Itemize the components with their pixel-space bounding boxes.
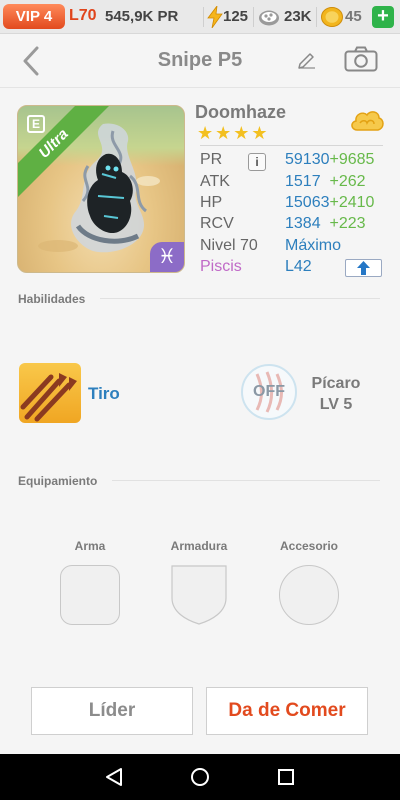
leader-skill-level: LV 5 [319,396,353,413]
stat-label: HP [200,194,223,211]
sign-row: Piscis L42 [200,258,390,280]
stat-bonus: +223 [329,215,366,232]
home-circle-icon[interactable] [190,767,210,787]
gold-coin-icon [321,7,343,27]
add-gold-button[interactable]: + [372,6,394,28]
armor-label: Armadura [170,539,228,553]
divider [253,7,254,27]
divider [100,298,380,299]
pencil-icon[interactable] [297,49,317,69]
leader-skill-state: OFF [253,383,285,400]
info-icon[interactable]: i [248,153,266,171]
arrow-up-icon [357,261,370,275]
food-value: 23K [284,8,312,25]
gold-value: 45 [345,8,362,25]
divider [112,480,380,481]
stat-row-hp: HP 15063+2410 [200,194,390,216]
food-icon [259,10,279,26]
stat-value: 1517 +262 [285,173,366,190]
stat-row-rcv: RCV 1384 +223 [200,215,390,237]
level-row: Nivel 70 Máximo [200,237,390,259]
skill-icon[interactable] [19,363,81,423]
page-title: Snipe P5 [157,49,243,71]
vip-badge[interactable]: VIP 4 [3,4,65,29]
arrows-icon [20,373,77,422]
accessory-slot[interactable] [279,565,339,625]
cloud-icon[interactable] [349,106,385,136]
upgrade-sign-button[interactable] [345,259,382,277]
leader-skill-icon[interactable]: OFF [241,364,297,420]
stat-label: ATK [200,173,230,190]
back-triangle-icon[interactable] [104,767,124,787]
leader-skill-title: Pícaro [311,375,361,392]
leader-skill-name: Pícaro LV 5 [300,373,372,415]
player-power: 545,9K PR [105,8,179,25]
star-rating: ★★★★ [197,123,270,143]
sign-level: L42 [285,258,312,275]
skill-name[interactable]: Tiro [88,384,120,404]
leader-button[interactable]: Líder [31,687,193,735]
system-nav-bar [0,754,400,800]
stat-value: 59130+9685 [285,151,375,168]
divider [316,7,317,27]
weapon-label: Arma [74,539,106,553]
feed-button[interactable]: Da de Comer [206,687,368,735]
armor-slot[interactable] [170,564,228,626]
monster-name: Doomhaze [195,102,287,122]
level-value: Máximo [285,237,342,254]
stat-label: RCV [200,215,234,232]
accessory-label: Accesorio [279,539,339,553]
stat-row-atk: ATK 1517 +262 [200,173,390,195]
monster-portrait[interactable]: Ultra E ♓ [17,105,185,273]
pisces-sign-icon: ♓ [150,242,184,272]
camera-icon[interactable] [344,46,378,72]
stat-value: 1384 +223 [285,215,366,232]
skills-section-title: Habilidades [18,292,86,306]
weapon-slot[interactable] [60,565,120,625]
stat-bonus: +9685 [329,151,375,168]
recents-square-icon[interactable] [276,767,296,787]
evolution-badge: E [27,115,45,133]
status-bar: VIP 4 L70 545,9K PR 125 23K 45 + [0,0,400,34]
header: Snipe P5 [0,34,400,88]
player-level: L70 [69,7,97,24]
sign-label: Piscis [200,258,242,275]
divider [200,145,383,146]
lightning-icon [207,6,223,28]
equipment-section-title: Equipamiento [18,474,98,488]
stat-row-pr: PR i 59130+9685 [200,151,390,173]
divider [203,7,204,27]
stat-label: PR [200,151,223,168]
level-label: Nivel 70 [200,237,258,254]
stat-value: 15063+2410 [285,194,375,211]
stat-bonus: +262 [329,173,366,190]
stat-bonus: +2410 [329,194,375,211]
energy-value: 125 [223,8,249,25]
